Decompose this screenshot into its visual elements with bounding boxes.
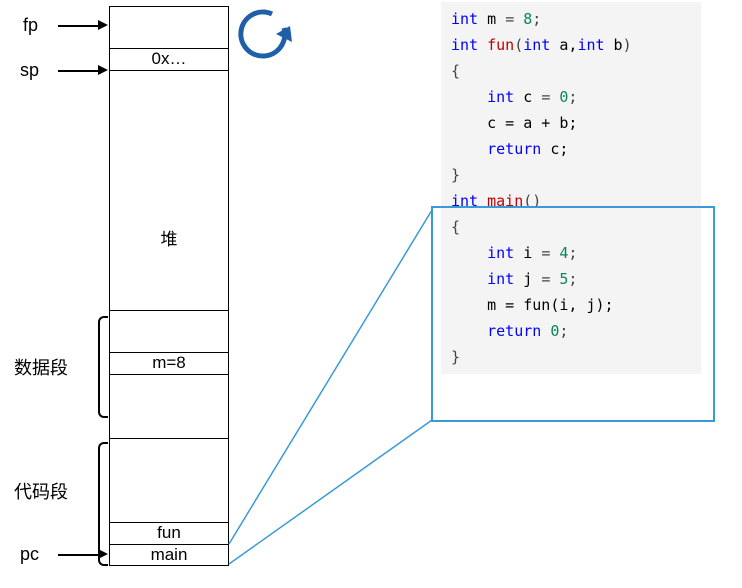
sp-label: sp [20, 60, 39, 81]
pc-label: pc [20, 544, 39, 565]
tok: 0 [541, 322, 559, 340]
tok: m = fun(i, j); [487, 296, 613, 314]
tok: c = a + b; [487, 114, 577, 132]
tok: c [514, 88, 541, 106]
tok: int [451, 10, 478, 28]
recycle-arrow-icon [232, 8, 296, 72]
tok: int [523, 36, 550, 54]
tok: ( [514, 36, 523, 54]
tok: int [487, 270, 514, 288]
tok: i [514, 244, 541, 262]
tok: main [478, 192, 523, 210]
tok: ; [568, 88, 577, 106]
cell-top [110, 6, 228, 48]
tok: b [605, 36, 623, 54]
tok: { [451, 62, 460, 80]
tok: 4 [550, 244, 568, 262]
code-segment-label: 代码段 [14, 478, 68, 504]
tok: 0 [550, 88, 568, 106]
cell-gap1 [110, 70, 228, 170]
tok [451, 270, 487, 288]
tok: ; [568, 270, 577, 288]
memory-column: 0x… 堆 m=8 fun main [109, 6, 229, 566]
tok: ; [559, 322, 568, 340]
tok: = [541, 270, 550, 288]
tok: 8 [514, 10, 532, 28]
pc-arrow-line [58, 554, 100, 556]
cell-gap2 [110, 310, 228, 352]
tok [451, 244, 487, 262]
tok [451, 88, 487, 106]
code-block: int m = 8; int fun(int a,int b) { int c … [441, 2, 701, 374]
tok: int [451, 192, 478, 210]
tok: 5 [550, 270, 568, 288]
fp-label: fp [23, 15, 38, 36]
cell-gap3 [110, 374, 228, 416]
tok [451, 140, 487, 158]
tok: ; [532, 10, 541, 28]
fp-arrow-head [98, 20, 108, 30]
data-segment-label: 数据段 [14, 354, 68, 380]
tok: () [523, 192, 541, 210]
tok: return [487, 322, 541, 340]
sp-arrow-line [58, 70, 100, 72]
tok: ) [623, 36, 632, 54]
cell-saved-addr: 0x… [110, 48, 228, 70]
code-segment-brace [98, 442, 108, 566]
cell-gap4 [110, 438, 228, 522]
tok: int [451, 36, 478, 54]
tok: int [577, 36, 604, 54]
tok: j [514, 270, 541, 288]
tok: = [541, 244, 550, 262]
tok: int [487, 244, 514, 262]
tok: } [451, 348, 460, 366]
tok: int [487, 88, 514, 106]
tok: return [487, 140, 541, 158]
data-segment-brace [98, 316, 108, 418]
tok: c; [541, 140, 568, 158]
tok: { [451, 218, 460, 236]
cell-heap: 堆 [110, 170, 228, 310]
tok: = [505, 10, 514, 28]
fp-arrow-line [58, 25, 100, 27]
mem-spacer [110, 416, 228, 438]
cell-m: m=8 [110, 352, 228, 374]
tok: fun [478, 36, 514, 54]
tok: ; [568, 244, 577, 262]
tok: a, [550, 36, 577, 54]
sp-arrow-head [98, 65, 108, 75]
tok [451, 322, 487, 340]
cell-fun: fun [110, 522, 228, 544]
cell-main: main [110, 544, 228, 566]
tok: = [541, 88, 550, 106]
tok [451, 296, 487, 314]
tok: m [478, 10, 505, 28]
tok: } [451, 166, 460, 184]
tok [451, 114, 487, 132]
